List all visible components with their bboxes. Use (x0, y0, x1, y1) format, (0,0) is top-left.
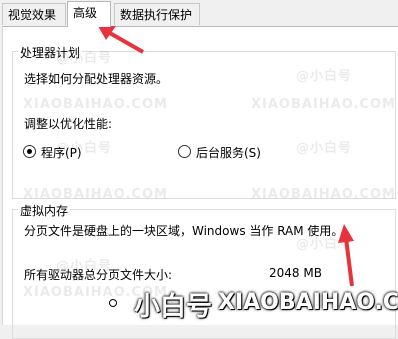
processor-description: 选择如何分配处理器资源。 (24, 72, 169, 86)
brand-watermark: 小白号 XIAOBAIHAO.COM (98, 284, 398, 322)
programs-radio-label[interactable]: 程序(P) (41, 144, 82, 161)
programs-radio[interactable] (23, 145, 36, 158)
tab-bar: 视觉效果 高级 数据执行保护 (0, 0, 398, 27)
processor-scheduling-title: 处理器计划 (18, 44, 83, 61)
processor-scheduling-group: 处理器计划 选择如何分配处理器资源。 调整以优化性能: 程序(P) 后台服务(S… (12, 44, 396, 199)
broadcast-icon (98, 292, 128, 314)
virtual-memory-title: 虚拟内存 (18, 202, 71, 219)
tab-panel-advanced: 处理器计划 选择如何分配处理器资源。 调整以优化性能: 程序(P) 后台服务(S… (2, 26, 398, 339)
total-paging-file-label: 所有驱动器总分页文件大小: (24, 268, 173, 282)
background-services-radio-label[interactable]: 后台服务(S) (196, 144, 261, 161)
background-services-radio[interactable] (178, 145, 191, 158)
brand-url: XIAOBAIHAO.COM (218, 290, 398, 315)
tab-data-execution-prevention[interactable]: 数据执行保护 (114, 3, 200, 25)
adjust-performance-label: 调整以优化性能: (24, 117, 113, 131)
virtual-memory-description: 分页文件是硬盘上的一块区域，Windows 当作 RAM 使用。 (24, 224, 344, 238)
tab-advanced[interactable]: 高级 (67, 1, 111, 27)
total-paging-file-value: 2048 MB (269, 266, 322, 280)
brand-name: 小白号 (134, 292, 213, 322)
tab-visual-effects[interactable]: 视觉效果 (2, 3, 66, 25)
